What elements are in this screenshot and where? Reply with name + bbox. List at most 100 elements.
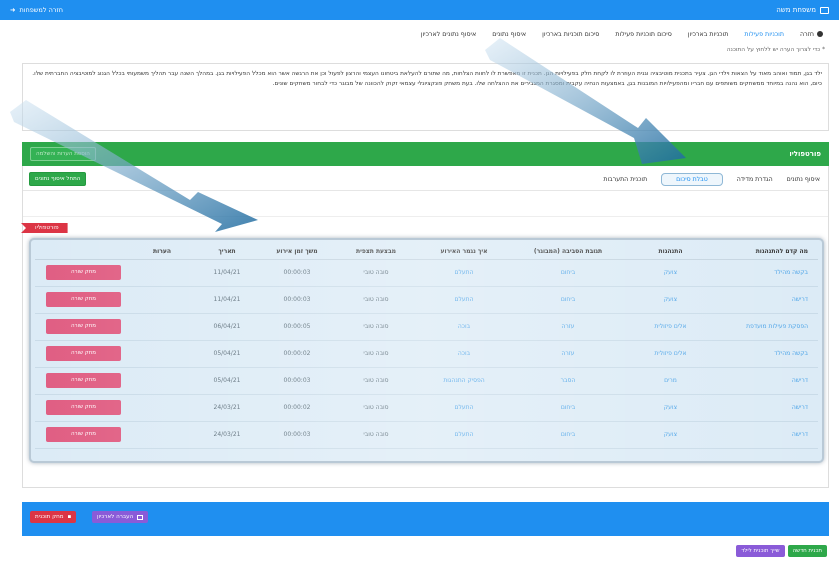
table-cell: סובה טובי	[332, 367, 420, 395]
portfolio-panel: איסוף נתונים הגדרת מדידה טבלת סיכום תוכנ…	[21, 166, 829, 488]
table-row: דרישה צועק ביחום התעלם סובה טובי 00:00:03 24/0…	[35, 421, 818, 449]
back-to-families-link[interactable]: חזרה למשפחות ➜	[10, 6, 63, 14]
archive-button[interactable]: העברה לארכיון	[92, 511, 149, 523]
delete-row-button[interactable]: מחק שורה	[46, 427, 121, 442]
table-cell: עזרה	[508, 313, 628, 341]
table-cell: מחק שורה	[35, 367, 132, 395]
tab-measurement[interactable]: הגדרת מדידה	[737, 176, 773, 183]
assign-plan-button[interactable]: שייך תוכנית לילד	[736, 545, 785, 557]
table-cell: מחק שורה	[35, 340, 132, 368]
table-cell: בוכה	[420, 340, 508, 368]
table-cell	[132, 394, 192, 422]
table-cell: מרים	[628, 367, 713, 395]
table-cell: הסבר	[508, 367, 628, 395]
top-bar: משפחת משה חזרה למשפחות ➜	[0, 0, 839, 20]
nav-data-collection[interactable]: איסוף נתונים	[492, 31, 526, 38]
table-cell: צועק	[628, 394, 713, 422]
nav-archived-summary[interactable]: סיכום תוכניות בארכיון	[542, 31, 599, 38]
table-cell: הפסיק התנהגות	[420, 367, 508, 395]
table-cell: הפסקת פעילות מועדפת	[713, 313, 818, 341]
archive-icon	[137, 514, 144, 520]
table-cell: 00:00:03	[262, 367, 332, 395]
table-cell: 00:00:05	[262, 313, 332, 341]
portfolio-header: פורטפוליו הוספת הערות והשלמה	[22, 142, 829, 166]
delete-plan-button[interactable]: ▪ מחק תוכנית	[30, 511, 77, 523]
add-notes-button[interactable]: הוספת הערות והשלמה	[30, 147, 96, 161]
table-cell: דרישה	[713, 286, 818, 314]
table-cell: 00:00:03	[262, 259, 332, 287]
main-nav: חזרה תוכניות פעילות תוכניות בארכיון סיכו…	[0, 28, 839, 40]
nav-active-plans[interactable]: תוכניות פעילות	[744, 31, 784, 38]
tab-data-collection[interactable]: איסוף נתונים	[787, 176, 820, 183]
table-cell	[132, 286, 192, 314]
table-body: בקשה מהילד צועק ביחום התעלם סובה טובי 00:00:0…	[35, 259, 818, 449]
table-cell: בקשה מהילד	[713, 340, 818, 368]
nav-archived-plans[interactable]: תוכניות בארכיון	[688, 31, 729, 38]
table-cell: מחק שורה	[35, 394, 132, 422]
table-cell: התעלם	[420, 286, 508, 314]
table-cell: 24/03/21	[192, 394, 262, 422]
table-cell: ביחום	[508, 259, 628, 287]
summary-table-box: מה קדם להתנהגות התנהגות תגובת הסביבה (המ…	[29, 238, 824, 463]
tab-intervention-plan[interactable]: תוכנית התערבות	[603, 176, 647, 183]
table-cell: 11/04/21	[192, 259, 262, 287]
table-cell: מחק שורה	[35, 421, 132, 449]
back-circle-icon	[817, 31, 823, 37]
table-cell: צועק	[628, 259, 713, 287]
new-plan-button[interactable]: תכנית חדשה	[787, 545, 827, 557]
arrow-left-icon: ➜	[10, 6, 16, 14]
col-antecedent: מה קדם להתנהגות	[713, 244, 818, 260]
table-cell: מחק שורה	[35, 313, 132, 341]
delete-row-button[interactable]: מחק שורה	[46, 346, 121, 361]
delete-plan-label: מחק תוכנית	[35, 514, 64, 520]
delete-row-button[interactable]: מחק שורה	[46, 319, 121, 334]
table-cell	[132, 259, 192, 287]
footer-buttons: תכנית חדשה שייך תוכנית לילד	[736, 545, 827, 557]
delete-row-button[interactable]: מחק שורה	[46, 292, 121, 307]
table-row: בקשה מהילד צועק ביחום התעלם סובה טובי 00:00:0…	[35, 259, 818, 287]
portfolio-tag: פורטפוליו	[21, 223, 68, 233]
delete-row-button[interactable]: מחק שורה	[46, 265, 121, 280]
table-cell: 05/04/21	[192, 367, 262, 395]
table-cell: התעלם	[420, 421, 508, 449]
child-description: ילד בגן, תמוד ואוהב מאוד על הצאות וילדי …	[22, 63, 829, 131]
tab-summary-table[interactable]: טבלת סיכום	[661, 172, 723, 186]
portfolio-title: פורטפוליו	[789, 150, 821, 158]
table-cell: סובה טובי	[332, 259, 420, 287]
tabs: איסוף נתונים הגדרת מדידה טבלת סיכום תוכנ…	[603, 172, 820, 186]
archive-label: העברה לארכיון	[97, 514, 134, 520]
table-cell: 00:00:02	[262, 340, 332, 368]
table-cell: צועק	[628, 421, 713, 449]
col-duration: משך זמן אירוע	[262, 244, 332, 260]
table-cell: דרישה	[713, 421, 818, 449]
table-cell: 24/03/21	[192, 421, 262, 449]
table-cell	[132, 367, 192, 395]
col-response: תגובת הסביבה (המבוגר)	[508, 244, 628, 260]
delete-row-button[interactable]: מחק שורה	[46, 400, 121, 415]
table-cell: בוכה	[420, 313, 508, 341]
table-cell	[132, 421, 192, 449]
col-date: תאריך	[192, 244, 262, 260]
table-cell	[132, 313, 192, 341]
bottom-action-bar: ▪ מחק תוכנית העברה לארכיון	[22, 502, 829, 536]
table-cell: סובה טובי	[332, 421, 420, 449]
col-notes: הערות	[132, 244, 192, 260]
delete-row-button[interactable]: מחק שורה	[46, 373, 121, 388]
table-row: דרישה צועק ביחום התעלם סובה טובי 00:00:02 24/0…	[35, 394, 818, 422]
table-cell	[132, 340, 192, 368]
start-data-collection-button[interactable]: התחל איסוף נתונים	[29, 172, 87, 186]
nav-active-summary[interactable]: סיכום תוכניות פעילות	[615, 31, 671, 38]
col-outcome: איך נגמר האירוע	[420, 244, 508, 260]
table-cell: דרישה	[713, 394, 818, 422]
table-cell: 00:00:03	[262, 421, 332, 449]
table-cell: 00:00:03	[262, 286, 332, 314]
brand: משפחת משה	[776, 6, 829, 14]
table-header-row: מה קדם להתנהגות התנהגות תגובת הסביבה (המ…	[35, 244, 818, 260]
nav-home[interactable]: חזרה	[800, 31, 823, 38]
table-cell: צועק	[628, 286, 713, 314]
table-cell: אלים פיזולית	[628, 340, 713, 368]
col-observer: מבצעת תצפית	[332, 244, 420, 260]
table-cell: התעלם	[420, 394, 508, 422]
nav-data-archive[interactable]: איסוף נתונים לארכיון	[421, 31, 476, 38]
table-row: דרישה מרים הסבר הפסיק התנהגות סובה טובי 00:00…	[35, 367, 818, 395]
